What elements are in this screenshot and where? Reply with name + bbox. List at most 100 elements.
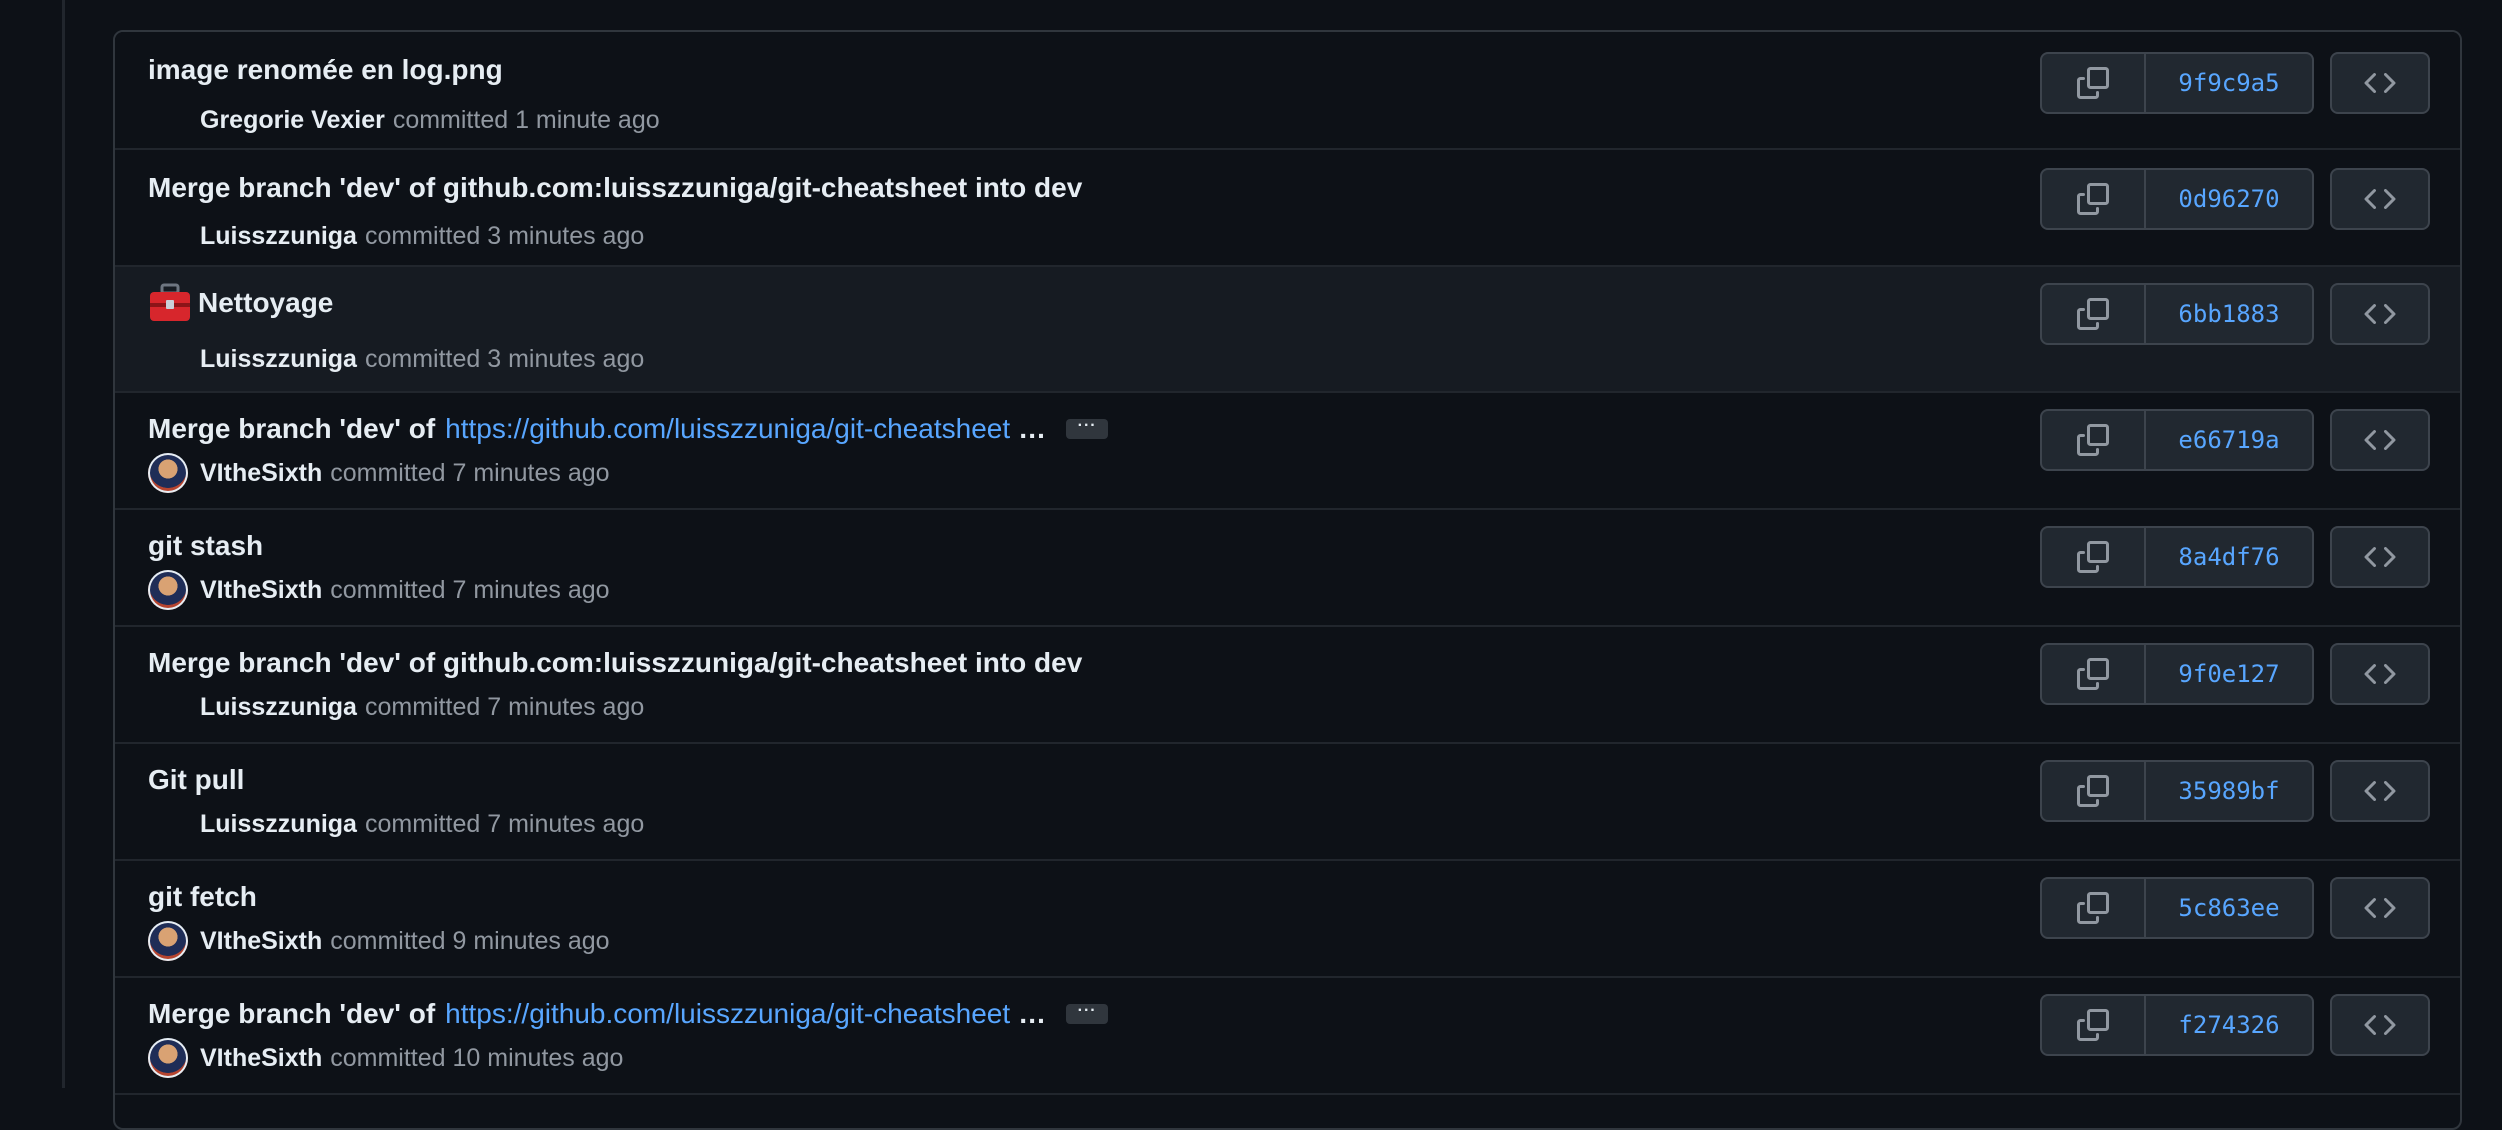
expand-message-button[interactable]: ··· xyxy=(1066,418,1109,439)
browse-repo-button[interactable] xyxy=(2330,760,2430,822)
commit-sha-link[interactable]: e66719a xyxy=(2146,411,2312,469)
avatar[interactable] xyxy=(148,1038,188,1078)
commit-sha-link[interactable]: 9f9c9a5 xyxy=(2146,54,2312,112)
commit-time: committed 10 minutes ago xyxy=(330,1043,624,1072)
commit-sha-group: 9f0e127 xyxy=(2040,643,2314,705)
browse-repo-button[interactable] xyxy=(2330,409,2430,471)
code-icon xyxy=(2364,429,2396,451)
commit-row: Merge branch 'dev' of github.com:luisszz… xyxy=(115,627,2460,744)
copy-sha-button[interactable] xyxy=(2042,54,2146,112)
commit-sha-group: 5c863ee xyxy=(2040,877,2314,939)
commit-time: committed 7 minutes ago xyxy=(330,458,610,487)
commit-title-prefix[interactable]: Merge branch 'dev' of xyxy=(148,998,435,1030)
browse-repo-button[interactable] xyxy=(2330,52,2430,114)
author-link[interactable]: Luisszzuniga xyxy=(200,345,357,374)
commit-sha-group: 9f9c9a5 xyxy=(2040,52,2314,114)
code-icon xyxy=(2364,780,2396,802)
expand-message-button[interactable]: ··· xyxy=(1066,1003,1109,1024)
commit-title-link[interactable]: git stash xyxy=(148,530,263,562)
commit-sha-group: 35989bf xyxy=(2040,760,2314,822)
commit-title-url-link[interactable]: https://github.com/luisszzuniga/git-chea… xyxy=(445,413,1010,445)
commit-sha-link[interactable]: 9f0e127 xyxy=(2146,645,2312,703)
copy-sha-button[interactable] xyxy=(2042,762,2146,820)
code-icon xyxy=(2364,897,2396,919)
commit-title-prefix[interactable]: Merge branch 'dev' of xyxy=(148,413,435,445)
commit-title-link[interactable]: Merge branch 'dev' of github.com:luisszz… xyxy=(148,172,1082,204)
commit-title-link[interactable]: Nettoyage xyxy=(198,287,333,319)
code-icon xyxy=(2364,303,2396,325)
commit-sha-link[interactable]: 35989bf xyxy=(2146,762,2312,820)
commit-sha-link[interactable]: f274326 xyxy=(2146,996,2312,1054)
commit-title-link[interactable]: Merge branch 'dev' of github.com:luisszz… xyxy=(148,647,1082,679)
timeline-line xyxy=(62,0,65,1088)
copy-icon xyxy=(2077,775,2109,807)
copy-icon xyxy=(2077,1009,2109,1041)
copy-icon xyxy=(2077,424,2109,456)
author-link[interactable]: Gregorie Vexier xyxy=(200,106,385,135)
avatar[interactable] xyxy=(148,921,188,961)
commit-row: Merge branch 'dev' of github.com:luisszz… xyxy=(115,150,2460,267)
commit-row: git stash VItheSixth committed 7 minutes… xyxy=(115,510,2460,627)
copy-sha-button[interactable] xyxy=(2042,285,2146,343)
commit-time: committed 7 minutes ago xyxy=(364,692,645,721)
avatar[interactable] xyxy=(148,570,188,610)
commit-list: image renomée en log.png Gregorie Vexier… xyxy=(113,30,2462,1130)
commit-title-url-link[interactable]: https://github.com/luisszzuniga/git-chea… xyxy=(445,998,1010,1030)
copy-icon xyxy=(2077,183,2109,215)
toolbox-icon xyxy=(148,283,192,323)
commit-row: git fetch VItheSixth committed 9 minutes… xyxy=(115,861,2460,978)
commit-time: committed 3 minutes ago xyxy=(364,221,645,250)
browse-repo-button[interactable] xyxy=(2330,877,2430,939)
commit-title-truncation: … xyxy=(1018,413,1047,444)
commit-sha-link[interactable]: 0d96270 xyxy=(2146,170,2312,228)
commit-title-link[interactable]: git fetch xyxy=(148,881,257,913)
browse-repo-button[interactable] xyxy=(2330,283,2430,345)
commit-title-link[interactable]: image renomée en log.png xyxy=(148,54,503,86)
commit-time: committed 3 minutes ago xyxy=(364,344,645,373)
author-link[interactable]: VItheSixth xyxy=(200,576,322,605)
commit-sha-group: 8a4df76 xyxy=(2040,526,2314,588)
code-icon xyxy=(2364,188,2396,210)
copy-icon xyxy=(2077,298,2109,330)
commit-sha-group: f274326 xyxy=(2040,994,2314,1056)
commit-time: committed 9 minutes ago xyxy=(330,926,610,955)
copy-icon xyxy=(2077,658,2109,690)
browse-repo-button[interactable] xyxy=(2330,643,2430,705)
commit-sha-link[interactable]: 5c863ee xyxy=(2146,879,2312,937)
copy-sha-button[interactable] xyxy=(2042,528,2146,586)
browse-repo-button[interactable] xyxy=(2330,168,2430,230)
copy-sha-button[interactable] xyxy=(2042,879,2146,937)
code-icon xyxy=(2364,1014,2396,1036)
browse-repo-button[interactable] xyxy=(2330,526,2430,588)
commit-sha-group: 6bb1883 xyxy=(2040,283,2314,345)
commit-row: Merge branch 'dev' of https://github.com… xyxy=(115,393,2460,510)
copy-icon xyxy=(2077,541,2109,573)
copy-icon xyxy=(2077,892,2109,924)
commit-row: image renomée en log.png Gregorie Vexier… xyxy=(115,32,2460,150)
copy-sha-button[interactable] xyxy=(2042,170,2146,228)
copy-sha-button[interactable] xyxy=(2042,411,2146,469)
commit-title-truncation: … xyxy=(1018,998,1047,1029)
author-link[interactable]: VItheSixth xyxy=(200,459,322,488)
code-icon xyxy=(2364,663,2396,685)
commit-time: committed 7 minutes ago xyxy=(364,809,645,838)
commit-title-link[interactable]: Git pull xyxy=(148,764,244,796)
copy-sha-button[interactable] xyxy=(2042,645,2146,703)
copy-sha-button[interactable] xyxy=(2042,996,2146,1054)
author-link[interactable]: VItheSixth xyxy=(200,1044,322,1073)
browse-repo-button[interactable] xyxy=(2330,994,2430,1056)
commit-row: Nettoyage Luisszzuniga committed 3 minut… xyxy=(115,267,2460,393)
code-icon xyxy=(2364,546,2396,568)
commit-time: committed 1 minute ago xyxy=(392,105,660,134)
commit-time: committed 7 minutes ago xyxy=(330,575,610,604)
author-link[interactable]: Luisszzuniga xyxy=(200,693,357,722)
commit-sha-link[interactable]: 6bb1883 xyxy=(2146,285,2312,343)
avatar[interactable] xyxy=(148,453,188,493)
commit-sha-link[interactable]: 8a4df76 xyxy=(2146,528,2312,586)
commit-sha-group: e66719a xyxy=(2040,409,2314,471)
author-link[interactable]: VItheSixth xyxy=(200,927,322,956)
commit-row: Merge branch 'dev' of https://github.com… xyxy=(115,978,2460,1095)
author-link[interactable]: Luisszzuniga xyxy=(200,222,357,251)
commit-row: Git pull Luisszzuniga committed 7 minute… xyxy=(115,744,2460,861)
author-link[interactable]: Luisszzuniga xyxy=(200,810,357,839)
